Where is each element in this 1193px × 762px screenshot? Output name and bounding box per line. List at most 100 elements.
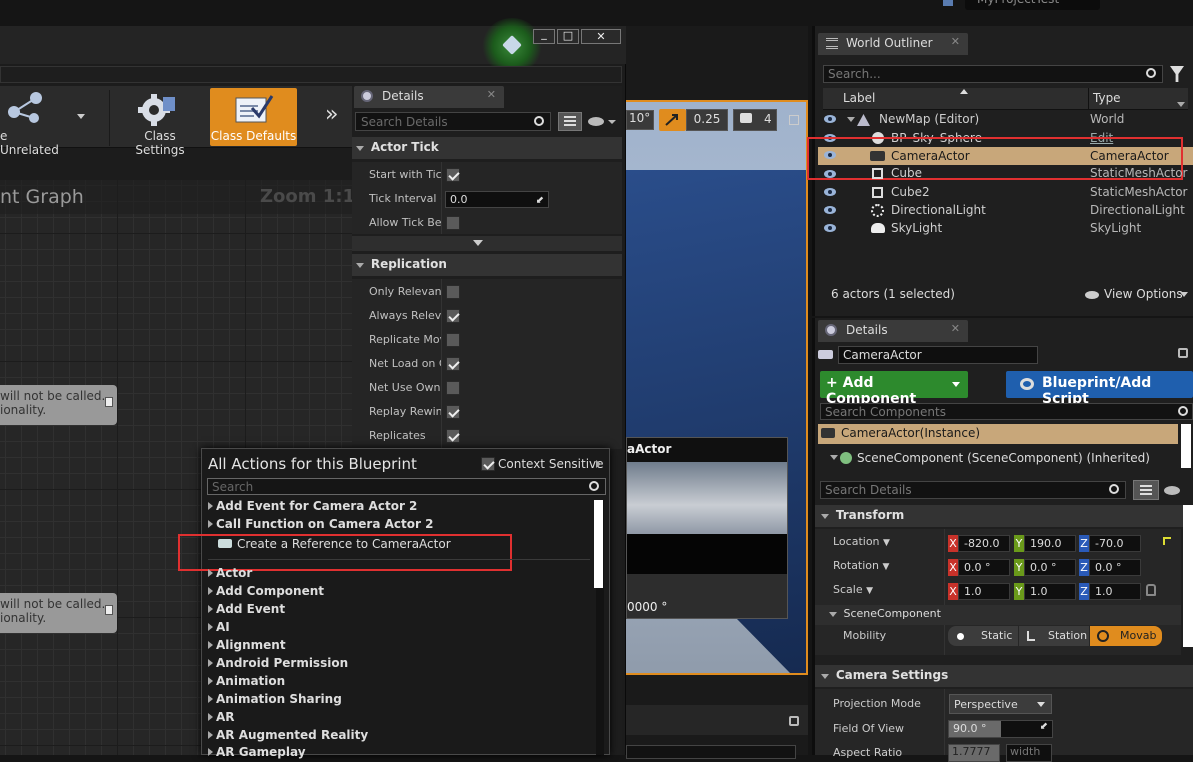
- camera-speed-button[interactable]: 4: [733, 109, 777, 131]
- action-category[interactable]: Actor: [208, 566, 252, 580]
- collapse-arrow-icon[interactable]: [847, 117, 855, 122]
- visibility-eye-icon[interactable]: [824, 206, 836, 214]
- scale-snap-icon[interactable]: [659, 109, 686, 131]
- outliner-row-directional-light[interactable]: DirectionalLight DirectionalLight: [818, 202, 1193, 220]
- lock-icon[interactable]: [789, 716, 799, 726]
- rotation-x-field[interactable]: X 0.0 °: [948, 559, 1012, 576]
- tick-interval-input[interactable]: 0.0 ⬋: [445, 191, 549, 208]
- source-control-icon[interactable]: [943, 0, 953, 6]
- action-category[interactable]: Animation Sharing: [208, 692, 342, 706]
- component-instance-row[interactable]: CameraActor(Instance): [818, 424, 1178, 444]
- location-z-field[interactable]: Z -70.0: [1079, 535, 1143, 552]
- scale-y-field[interactable]: Y 1.0: [1014, 583, 1078, 600]
- scale-z-field[interactable]: Z 1.0: [1079, 583, 1143, 600]
- outliner-row-cube[interactable]: Cube StaticMeshActor: [818, 166, 1193, 180]
- scale-snap-value[interactable]: 0.25: [686, 109, 728, 131]
- actor-name-input[interactable]: CameraActor: [838, 346, 1038, 364]
- camera-settings-category[interactable]: Camera Settings: [815, 665, 1193, 687]
- blueprint-script-button[interactable]: Blueprint/Add Script: [1006, 371, 1193, 407]
- actor-tick-category[interactable]: Actor Tick: [352, 137, 622, 159]
- replication-row-checkbox[interactable]: [446, 285, 460, 299]
- view-options-eye-icon[interactable]: [1085, 291, 1099, 299]
- comment-node-2[interactable]: will not be called. ionality.: [0, 593, 117, 633]
- mobility-movable-button[interactable]: Movab: [1090, 626, 1162, 646]
- visibility-eye-icon[interactable]: [824, 115, 836, 123]
- location-y-field[interactable]: Y 190.0: [1014, 535, 1078, 552]
- project-tab[interactable]: MyProjectTest: [965, 0, 1100, 10]
- comment-node-1[interactable]: will not be called. ionality.: [0, 385, 117, 425]
- details-search-input[interactable]: Search Details: [820, 481, 1126, 499]
- action-category[interactable]: AR Gameplay: [208, 745, 306, 759]
- maximize-viewport-icon[interactable]: [789, 115, 799, 125]
- outliner-tab-close-icon[interactable]: ✕: [951, 35, 960, 48]
- rotation-y-field[interactable]: Y 0.0 °: [1014, 559, 1078, 576]
- rotation-z-field[interactable]: Z 0.0 °: [1079, 559, 1143, 576]
- actions-scrollbar-thumb[interactable]: [594, 500, 603, 588]
- details-tab-close-icon[interactable]: ✕: [951, 322, 960, 335]
- level-details-tab[interactable]: Details ✕: [818, 320, 968, 342]
- add-component-button[interactable]: + Add Component: [820, 371, 968, 407]
- rotation-label[interactable]: Rotation ▼: [833, 559, 889, 572]
- aspect-ratio-input[interactable]: 1.7777: [948, 744, 1000, 762]
- action-category[interactable]: Call Function on Camera Actor 2: [208, 517, 433, 531]
- bottom-search[interactable]: [626, 745, 796, 759]
- transform-category[interactable]: Transform: [815, 505, 1193, 527]
- maximize-button[interactable]: □: [557, 29, 579, 44]
- action-category[interactable]: AR: [208, 710, 235, 724]
- replication-row-checkbox[interactable]: [446, 405, 460, 419]
- replication-row-checkbox[interactable]: [446, 333, 460, 347]
- scene-component-row[interactable]: SceneComponent (SceneComponent) (Inherit…: [818, 449, 1178, 467]
- scale-label[interactable]: Scale ▼: [833, 583, 873, 596]
- action-category[interactable]: Add Component: [208, 584, 324, 598]
- visibility-dropdown-icon[interactable]: [608, 120, 616, 124]
- action-category[interactable]: Alignment: [208, 638, 286, 652]
- outliner-col-label[interactable]: Label: [843, 91, 875, 105]
- details-tab-close-icon[interactable]: ✕: [487, 88, 496, 101]
- scale-x-field[interactable]: X 1.0: [948, 583, 1012, 600]
- replication-row-checkbox[interactable]: [446, 309, 460, 323]
- class-settings-icon[interactable]: [137, 93, 177, 127]
- search-components-input[interactable]: Search Components: [820, 403, 1193, 420]
- comment-node-pin-icon[interactable]: [105, 605, 113, 615]
- advanced-expander[interactable]: [352, 236, 622, 251]
- outliner-row-skylight[interactable]: SkyLight SkyLight: [818, 220, 1193, 238]
- details-lock-icon[interactable]: [1178, 348, 1188, 358]
- context-sensitive-arrow-icon[interactable]: [596, 460, 601, 468]
- outliner-row-cube2[interactable]: Cube2 StaticMeshActor: [818, 184, 1193, 202]
- action-category[interactable]: AR Augmented Reality: [208, 728, 368, 742]
- hide-unrelated-icon[interactable]: [0, 90, 46, 126]
- rotation-snap-value[interactable]: 10°: [626, 110, 654, 130]
- replication-row-checkbox[interactable]: [446, 381, 460, 395]
- projection-mode-select[interactable]: Perspective: [949, 694, 1052, 714]
- outliner-col-type[interactable]: Type: [1093, 91, 1121, 105]
- visibility-eye-icon[interactable]: [588, 117, 604, 126]
- view-options-dropdown-icon[interactable]: [1180, 292, 1188, 297]
- outliner-col-options-icon[interactable]: [1177, 102, 1185, 107]
- close-button[interactable]: ✕: [581, 29, 621, 44]
- replication-row-checkbox[interactable]: [446, 357, 460, 371]
- context-sensitive-checkbox[interactable]: [481, 457, 495, 471]
- replication-category[interactable]: Replication: [352, 254, 622, 276]
- start-with-tick-checkbox[interactable]: [446, 168, 460, 182]
- scene-component-subheader[interactable]: SceneComponent: [815, 605, 1181, 625]
- mobility-stationary-button[interactable]: Station: [1019, 626, 1089, 646]
- location-x-field[interactable]: X -820.0: [948, 535, 1012, 552]
- view-options-button[interactable]: View Options: [1104, 287, 1183, 301]
- replication-row-checkbox[interactable]: [446, 429, 460, 443]
- details-scrollbar[interactable]: [1183, 505, 1193, 647]
- mobility-static-button[interactable]: Static: [948, 626, 1018, 646]
- action-category[interactable]: Animation: [208, 674, 285, 688]
- actions-search-input[interactable]: Search: [207, 478, 606, 495]
- action-category[interactable]: Android Permission: [208, 656, 348, 670]
- bp-details-search[interactable]: Search Details: [355, 112, 551, 131]
- visibility-eye-icon[interactable]: [824, 170, 836, 178]
- class-settings-button[interactable]: Class Settings: [118, 129, 202, 157]
- hide-unrelated-dropdown-icon[interactable]: [77, 114, 85, 119]
- action-category[interactable]: Add Event: [208, 602, 285, 616]
- bp-details-tab[interactable]: Details ✕: [354, 86, 504, 108]
- toolbar-more-button[interactable]: »: [325, 102, 338, 127]
- action-category[interactable]: Add Event for Camera Actor 2: [208, 499, 417, 513]
- action-category[interactable]: AI: [208, 620, 230, 634]
- hide-unrelated-button[interactable]: e Unrelated: [0, 129, 62, 157]
- outliner-row-world[interactable]: NewMap (Editor) World: [818, 111, 1193, 129]
